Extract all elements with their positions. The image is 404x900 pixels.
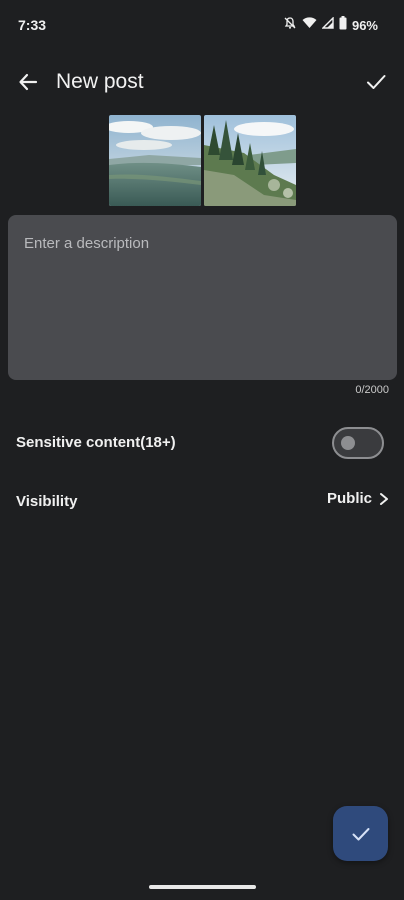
confirm-button[interactable]: [362, 68, 390, 96]
visibility-label: Visibility: [16, 493, 78, 510]
battery-percent: 96%: [351, 17, 378, 33]
status-bar: 7:33 96%: [0, 0, 404, 50]
description-input[interactable]: [24, 235, 381, 360]
back-button[interactable]: [14, 68, 42, 96]
battery-icon: [339, 15, 347, 35]
sensitive-content-label: Sensitive content(18+): [16, 434, 176, 451]
mute-icon: [283, 16, 297, 35]
app-bar: New post: [0, 58, 404, 106]
visibility-row[interactable]: Visibility Public: [0, 480, 404, 526]
visibility-value: Public: [326, 490, 372, 507]
arrow-left-icon: [19, 73, 38, 91]
landscape-valley-photo[interactable]: [109, 115, 201, 206]
signal-icon: [321, 16, 334, 34]
status-time: 7:33: [18, 17, 47, 33]
toggle-knob: [341, 436, 355, 450]
wifi-icon: [302, 16, 317, 34]
submit-fab-button[interactable]: [333, 806, 388, 861]
visibility-selector[interactable]: Public: [327, 490, 390, 507]
check-icon: [352, 827, 369, 840]
forest-hillside-photo[interactable]: [204, 115, 296, 206]
description-box: [8, 215, 397, 380]
character-counter: 0/2000: [355, 384, 389, 396]
status-icons: 96%: [283, 15, 378, 35]
attachment-thumbnails: [109, 115, 296, 206]
sensitive-content-row: Sensitive content(18+): [0, 421, 404, 467]
chevron-right-icon: [380, 492, 388, 505]
navigation-handle[interactable]: [149, 885, 256, 889]
check-icon: [367, 75, 386, 89]
page-title: New post: [56, 70, 144, 93]
sensitive-content-toggle[interactable]: [332, 427, 384, 459]
